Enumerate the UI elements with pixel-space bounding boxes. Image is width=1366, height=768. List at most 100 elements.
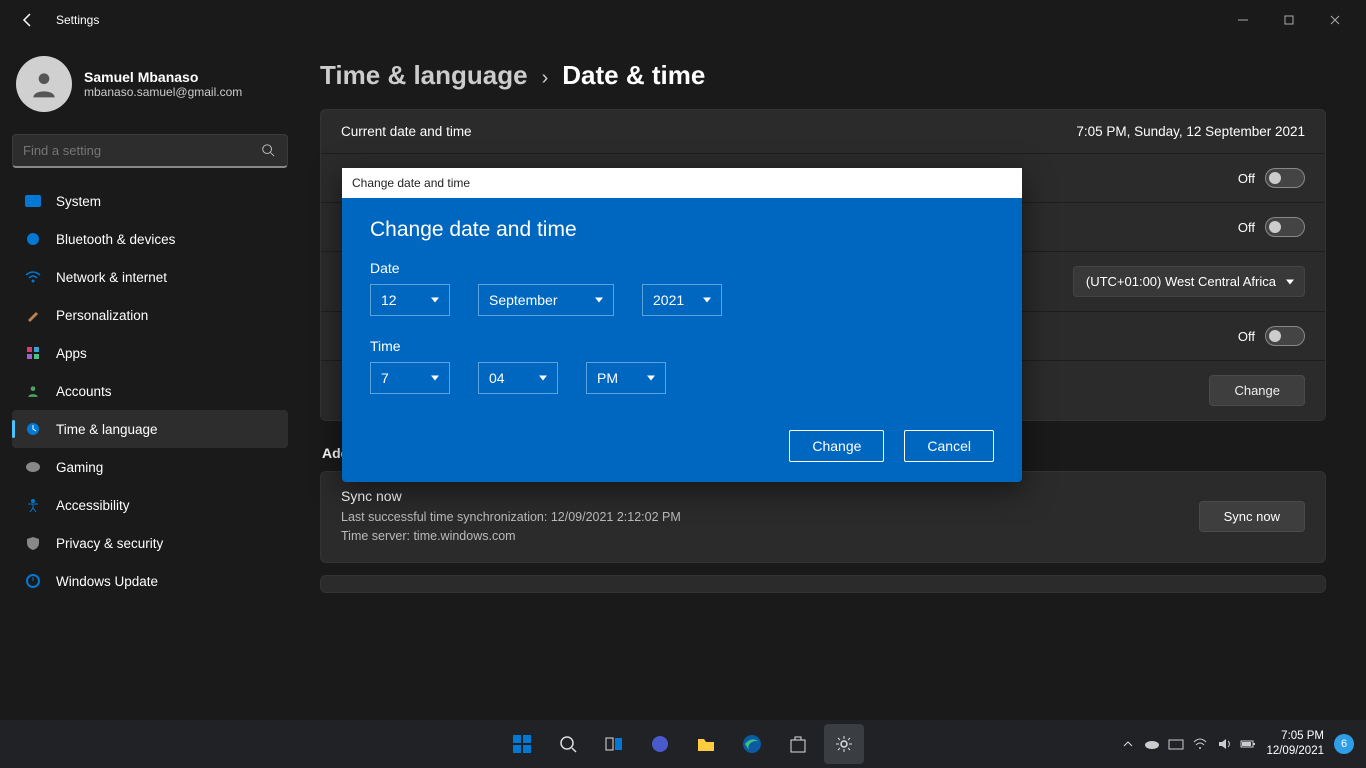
toggle-4[interactable] (1265, 326, 1305, 346)
close-button[interactable] (1312, 0, 1358, 40)
taskbar-date: 12/09/2021 (1266, 744, 1324, 759)
user-block[interactable]: Samuel Mbanaso mbanaso.samuel@gmail.com (12, 48, 288, 128)
nav-time-language[interactable]: Time & language (12, 410, 288, 448)
window-controls (1220, 0, 1358, 40)
breadcrumb: Time & language › Date & time (320, 60, 1326, 91)
clock-icon (24, 420, 42, 438)
timezone-select[interactable]: (UTC+01:00) West Central Africa (1073, 266, 1305, 297)
nav-label: Accessibility (56, 498, 130, 513)
taskbar-right: 7:05 PM 12/09/2021 6 (1120, 729, 1366, 759)
nav-apps[interactable]: Apps (12, 334, 288, 372)
settings-taskbar-icon[interactable] (824, 724, 864, 764)
toggle-state: Off (1238, 171, 1255, 186)
minimize-button[interactable] (1220, 0, 1266, 40)
nav-accessibility[interactable]: Accessibility (12, 486, 288, 524)
current-datetime-value: 7:05 PM, Sunday, 12 September 2021 (1076, 124, 1305, 139)
taskbar-center (502, 724, 864, 764)
nav-label: Apps (56, 346, 87, 361)
hour-select[interactable]: 7 (370, 362, 450, 394)
current-datetime-label: Current date and time (341, 124, 472, 139)
nav-label: Windows Update (56, 574, 158, 589)
system-icon (24, 192, 42, 210)
bluetooth-icon (24, 230, 42, 248)
sync-now-button[interactable]: Sync now (1199, 501, 1305, 532)
keyboard-icon[interactable] (1168, 736, 1184, 752)
titlebar: Settings (0, 0, 1366, 40)
user-email: mbanaso.samuel@gmail.com (84, 85, 242, 99)
search-input[interactable] (23, 143, 261, 158)
sync-panel: Sync now Last successful time synchroniz… (320, 471, 1326, 563)
nav-gaming[interactable]: Gaming (12, 448, 288, 486)
taskbar-search[interactable] (548, 724, 588, 764)
system-tray[interactable] (1120, 736, 1256, 752)
hour-value: 7 (381, 370, 389, 386)
nav-system[interactable]: System (12, 182, 288, 220)
nav-personalization[interactable]: Personalization (12, 296, 288, 334)
maximize-button[interactable] (1266, 0, 1312, 40)
nav-bluetooth[interactable]: Bluetooth & devices (12, 220, 288, 258)
toggle-1[interactable] (1265, 168, 1305, 188)
day-select[interactable]: 12 (370, 284, 450, 316)
person-icon (24, 382, 42, 400)
nav-label: Network & internet (56, 270, 167, 285)
wifi-tray-icon[interactable] (1192, 736, 1208, 752)
year-value: 2021 (653, 292, 684, 308)
dialog-cancel-button[interactable]: Cancel (904, 430, 994, 462)
notification-badge[interactable]: 6 (1334, 734, 1354, 754)
nav-label: Bluetooth & devices (56, 232, 175, 247)
time-server-text: Time server: time.windows.com (341, 527, 681, 546)
ampm-value: PM (597, 370, 618, 386)
year-select[interactable]: 2021 (642, 284, 722, 316)
taskbar-clock[interactable]: 7:05 PM 12/09/2021 (1266, 729, 1324, 759)
breadcrumb-current: Date & time (562, 60, 705, 91)
change-datetime-dialog: Change date and time Change date and tim… (342, 168, 1022, 482)
day-value: 12 (381, 292, 397, 308)
nav-label: Accounts (56, 384, 112, 399)
month-value: September (489, 292, 557, 308)
store-icon[interactable] (778, 724, 818, 764)
taskbar: 7:05 PM 12/09/2021 6 (0, 720, 1366, 768)
dialog-change-button[interactable]: Change (789, 430, 884, 462)
ampm-select[interactable]: PM (586, 362, 666, 394)
nav-network[interactable]: Network & internet (12, 258, 288, 296)
back-button[interactable] (16, 8, 40, 32)
wifi-icon (24, 268, 42, 286)
window-title: Settings (56, 13, 99, 27)
sync-title: Sync now (341, 488, 681, 504)
dialog-window-title: Change date and time (342, 168, 1022, 198)
taskbar-time: 7:05 PM (1266, 729, 1324, 744)
date-label: Date (370, 260, 994, 276)
breadcrumb-parent[interactable]: Time & language (320, 60, 528, 91)
search-box[interactable] (12, 134, 288, 168)
search-icon (261, 143, 277, 159)
nav-accounts[interactable]: Accounts (12, 372, 288, 410)
last-sync-text: Last successful time synchronization: 12… (341, 508, 681, 527)
nav-label: Time & language (56, 422, 158, 437)
start-button[interactable] (502, 724, 542, 764)
truncated-panel (320, 575, 1326, 593)
nav-windows-update[interactable]: Windows Update (12, 562, 288, 600)
brush-icon (24, 306, 42, 324)
update-icon (24, 572, 42, 590)
edge-icon[interactable] (732, 724, 772, 764)
widgets-icon[interactable] (640, 724, 680, 764)
minute-select[interactable]: 04 (478, 362, 558, 394)
dialog-title: Change date and time (370, 218, 994, 242)
month-select[interactable]: September (478, 284, 614, 316)
toggle-state: Off (1238, 220, 1255, 235)
avatar (16, 56, 72, 112)
task-view[interactable] (594, 724, 634, 764)
explorer-icon[interactable] (686, 724, 726, 764)
chevron-up-icon[interactable] (1120, 736, 1136, 752)
nav-privacy[interactable]: Privacy & security (12, 524, 288, 562)
toggle-2[interactable] (1265, 217, 1305, 237)
change-button[interactable]: Change (1209, 375, 1305, 406)
battery-icon[interactable] (1240, 736, 1256, 752)
onedrive-icon[interactable] (1144, 736, 1160, 752)
nav-list: System Bluetooth & devices Network & int… (12, 182, 288, 600)
chevron-right-icon: › (542, 67, 549, 90)
user-name: Samuel Mbanaso (84, 69, 242, 85)
volume-icon[interactable] (1216, 736, 1232, 752)
nav-label: System (56, 194, 101, 209)
minute-value: 04 (489, 370, 505, 386)
